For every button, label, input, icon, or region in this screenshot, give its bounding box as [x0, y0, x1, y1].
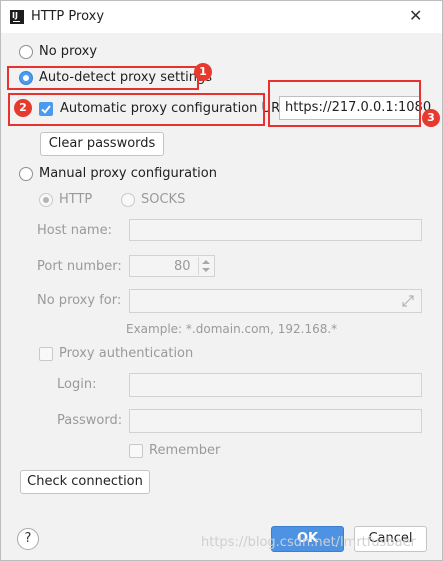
no-proxy-radio[interactable]: [19, 45, 33, 59]
host-name-label: Host name:: [37, 223, 112, 238]
remember-checkbox[interactable]: [129, 444, 143, 458]
socks-radio[interactable]: [121, 193, 135, 207]
annotation-box-3: [268, 80, 421, 127]
help-button[interactable]: ?: [17, 528, 39, 550]
annotation-box-2: [8, 93, 265, 126]
login-input[interactable]: [129, 373, 422, 397]
proxy-auth-label: Proxy authentication: [59, 346, 194, 361]
http-label: HTTP: [59, 192, 93, 207]
watermark-text: https://blog.csdn.net/lmrtfusbaer: [201, 535, 416, 550]
password-label: Password:: [57, 413, 123, 428]
no-proxy-example: Example: *.domain.com, 192.168.*: [126, 322, 338, 336]
spinner-arrows-icon: [202, 260, 210, 272]
proxy-auth-checkbox[interactable]: [39, 347, 53, 361]
no-proxy-for-label: No proxy for:: [37, 293, 122, 308]
expand-icon[interactable]: [402, 295, 414, 311]
annotation-badge-3: 3: [422, 109, 440, 127]
host-name-input[interactable]: [129, 219, 422, 241]
password-input[interactable]: [129, 409, 422, 433]
port-spinner[interactable]: [198, 257, 213, 275]
intellij-app-icon: IJ: [10, 10, 24, 24]
no-proxy-label[interactable]: No proxy: [39, 44, 97, 59]
remember-label: Remember: [149, 443, 221, 458]
check-connection-button[interactable]: Check connection: [20, 470, 150, 494]
http-radio[interactable]: [39, 193, 53, 207]
socks-label: SOCKS: [141, 192, 186, 207]
manual-proxy-label[interactable]: Manual proxy configuration: [39, 166, 217, 181]
close-icon[interactable]: ✕: [409, 6, 422, 25]
port-number-label: Port number:: [37, 259, 122, 274]
port-value: 80: [174, 259, 191, 274]
title-bar: IJ HTTP Proxy ✕: [1, 1, 442, 33]
annotation-badge-2: 2: [14, 99, 32, 117]
manual-proxy-radio[interactable]: [19, 167, 33, 181]
clear-passwords-button[interactable]: Clear passwords: [40, 132, 164, 156]
no-proxy-for-input[interactable]: [129, 289, 422, 313]
annotation-box-1: [7, 66, 199, 90]
login-label: Login:: [57, 377, 97, 392]
port-number-stepper[interactable]: 80: [129, 255, 215, 277]
annotation-badge-1: 1: [194, 63, 212, 81]
window-title: HTTP Proxy: [31, 9, 105, 24]
